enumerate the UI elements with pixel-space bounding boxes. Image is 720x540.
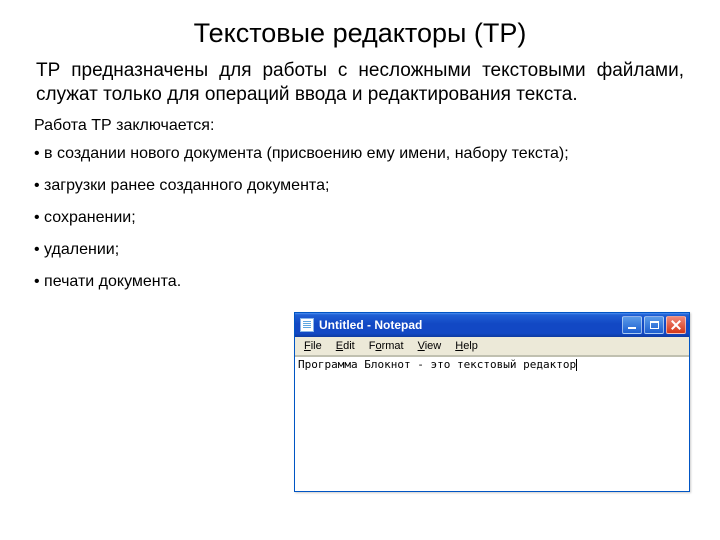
list-item: печати документа. — [34, 273, 686, 291]
window-title: Untitled - Notepad — [319, 318, 422, 332]
menu-file[interactable]: File — [297, 338, 329, 354]
list-item: удалении; — [34, 241, 686, 259]
menu-view[interactable]: View — [411, 338, 449, 354]
list-item: сохранении; — [34, 209, 686, 227]
text-caret — [576, 359, 577, 371]
menu-help[interactable]: Help — [448, 338, 485, 354]
close-icon — [671, 320, 681, 330]
maximize-button[interactable] — [644, 316, 664, 334]
menu-edit[interactable]: Edit — [329, 338, 362, 354]
window-controls — [622, 316, 686, 334]
window-titlebar[interactable]: Untitled - Notepad — [295, 313, 689, 337]
intro-paragraph: ТР предназначены для работы с несложными… — [34, 59, 686, 107]
notepad-window: Untitled - Notepad File Edit Format View… — [294, 312, 690, 492]
menu-bar: File Edit Format View Help — [295, 337, 689, 356]
subheading: Работа ТР заключается: — [34, 117, 686, 135]
editor-area[interactable]: Программа Блокнот - это текстовый редакт… — [295, 356, 689, 491]
editor-content: Программа Блокнот - это текстовый редакт… — [298, 358, 576, 371]
list-item: в создании нового документа (присвоению … — [34, 145, 686, 163]
titlebar-left: Untitled - Notepad — [300, 318, 422, 332]
notepad-icon — [300, 318, 314, 332]
close-button[interactable] — [666, 316, 686, 334]
list-item: загрузки ранее созданного документа; — [34, 177, 686, 195]
menu-format[interactable]: Format — [362, 338, 411, 354]
slide-title: Текстовые редакторы (ТР) — [34, 18, 686, 49]
bullet-list: в создании нового документа (присвоению … — [34, 145, 686, 305]
maximize-icon — [650, 321, 659, 329]
minimize-icon — [628, 327, 636, 329]
minimize-button[interactable] — [622, 316, 642, 334]
